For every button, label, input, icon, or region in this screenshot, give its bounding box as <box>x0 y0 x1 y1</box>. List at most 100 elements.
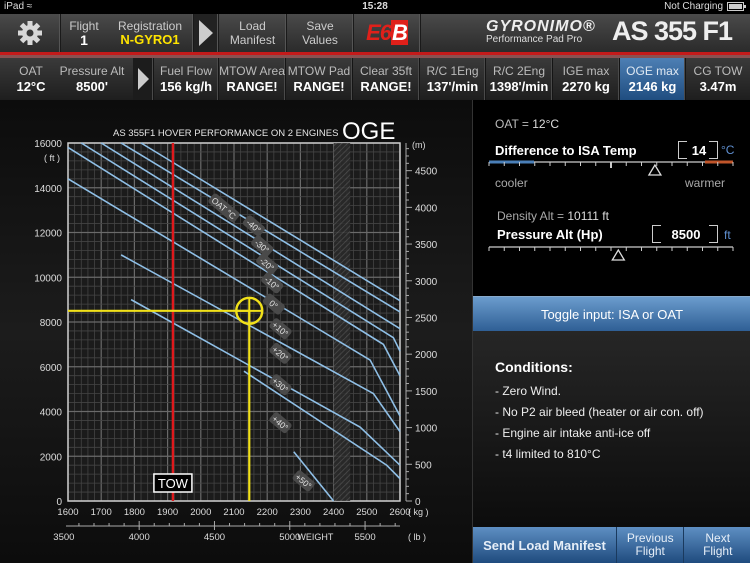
battery-icon <box>727 2 746 11</box>
status-bar: iPad ≈ 15:28 Not Charging <box>0 0 750 14</box>
flight-number[interactable]: Flight 1 <box>61 14 107 52</box>
toolbar-next-arrow[interactable] <box>194 14 219 52</box>
save-values-label-2: Values <box>302 33 338 47</box>
brand-subtitle: Performance Pad Pro <box>486 34 583 45</box>
y-tick-label: 12000 <box>34 229 62 240</box>
conditions-panel: Conditions: - Zero Wind. - No P2 air ble… <box>473 331 750 527</box>
condition-item: - Engine air intake anti-ice off <box>495 426 651 440</box>
info-value: 3.47m <box>699 79 737 94</box>
info-value: 8500' <box>75 79 108 94</box>
info-clear-35ft[interactable]: Clear 35ft RANGE! <box>353 58 420 100</box>
info-label: MTOW Pad <box>287 64 351 78</box>
pressure-alt-slider[interactable] <box>487 243 737 263</box>
brand-logo: GYRONIMO® Performance Pad Pro <box>486 18 616 45</box>
info-label: MTOW Area <box>219 64 285 78</box>
y-tick-label: 6000 <box>40 363 63 374</box>
info-value: 137'/min <box>426 79 479 94</box>
x-tick-label: 2100 <box>223 507 244 518</box>
next-flight-button[interactable]: Next Flight <box>684 527 750 563</box>
m-tick-label: 4500 <box>415 167 438 178</box>
lb-tick-label: 4000 <box>129 532 150 543</box>
previous-flight-button[interactable]: Previous Flight <box>616 527 685 563</box>
clock: 15:28 <box>362 1 388 12</box>
hover-performance-chart[interactable]: TOW OAT °C-40°-30°-20°-10°0°+10°+20°+30°… <box>0 100 472 563</box>
m-tick-label: 3500 <box>415 240 438 251</box>
registration[interactable]: Registration N-GYRO1 <box>107 14 194 52</box>
info-value: RANGE! <box>360 79 412 94</box>
y-tick-label: 2000 <box>40 452 63 463</box>
x-tick-label: 2500 <box>356 507 377 518</box>
info-fuel-flow[interactable]: Fuel Flow 156 kg/h <box>154 58 219 100</box>
x-tick-label: 2200 <box>257 507 278 518</box>
load-manifest-label-2: Manifest <box>229 33 276 47</box>
info-label: Pressure Alt <box>59 64 125 78</box>
info-cg-tow[interactable]: CG TOW 3.47m <box>686 58 750 100</box>
y-unit-label: ( ft ) <box>44 153 60 163</box>
m-unit-label: (m) <box>412 140 426 150</box>
info-pressure-alt[interactable]: Pressure Alt 8500' <box>54 58 130 100</box>
info-label: R/C 2Eng <box>492 64 546 78</box>
info-mtow-pad[interactable]: MTOW Pad RANGE! <box>286 58 353 100</box>
info-oge-max[interactable]: OGE max 2146 kg <box>620 58 686 100</box>
x-tick-label: 2400 <box>323 507 344 518</box>
x-axis-title: WEIGHT <box>297 532 333 542</box>
save-values-label-1: Save <box>306 19 334 33</box>
info-label: CG TOW <box>693 64 743 78</box>
y-tick-label: 14000 <box>34 184 62 195</box>
settings-button[interactable] <box>0 14 61 52</box>
info-label: R/C 1Eng <box>426 64 479 78</box>
info-mtow-area[interactable]: MTOW Area RANGE! <box>219 58 286 100</box>
m-tick-label: 0 <box>415 497 421 508</box>
chart-panel: TOW OAT °C -40° -30° -20° -10° 0° +10° +20° +30°… <box>0 100 472 563</box>
m-tick-label: 500 <box>415 460 432 471</box>
m-tick-label: 1500 <box>415 387 438 398</box>
save-values-button[interactable]: Save Values <box>287 14 354 52</box>
bracket-right <box>709 225 718 243</box>
e6b-button[interactable]: E6B <box>354 14 421 52</box>
pressure-alt-unit: ft <box>724 228 731 242</box>
info-label: IGE max <box>562 64 610 78</box>
load-manifest-button[interactable]: Load Manifest <box>219 14 287 52</box>
pressure-alt-label: Pressure Alt (Hp) <box>497 227 603 242</box>
density-alt-readout: Density Alt = 10111 ft <box>497 209 609 223</box>
right-panel: OAT = 12°C Difference to ISA Temp 14 °C … <box>472 100 750 563</box>
lb-unit-label: ( lb ) <box>408 532 426 542</box>
m-tick-label: 2500 <box>415 313 438 324</box>
x-tick-label: 2300 <box>290 507 311 518</box>
lb-tick-label: 5500 <box>354 532 375 543</box>
isa-diff-unit: °C <box>721 143 735 157</box>
info-value: RANGE! <box>293 79 345 94</box>
gear-icon <box>18 21 42 45</box>
flight-value: 1 <box>80 32 88 48</box>
slider-thumb-icon <box>647 163 663 176</box>
m-tick-label: 3000 <box>415 277 438 288</box>
info-rc-2eng[interactable]: R/C 2Eng 1398'/min <box>486 58 553 100</box>
info-ige-max[interactable]: IGE max 2270 kg <box>553 58 620 100</box>
send-load-manifest-button[interactable]: Send Load Manifest <box>473 527 617 563</box>
x-tick-label: 1900 <box>157 507 178 518</box>
play-arrow-icon <box>199 20 213 46</box>
condition-item: - Zero Wind. <box>495 384 562 398</box>
x-tick-label: 2000 <box>190 507 211 518</box>
x-tick-label: 1600 <box>57 507 78 518</box>
play-arrow-icon <box>137 68 149 90</box>
y-tick-label: 0 <box>56 497 62 508</box>
toggle-isa-oat-button[interactable]: Toggle input: ISA or OAT <box>473 296 750 331</box>
m-tick-label: 2000 <box>415 350 438 361</box>
isa-diff-label: Difference to ISA Temp <box>495 143 637 158</box>
battery-status: Not Charging <box>664 1 723 12</box>
info-next-arrow[interactable] <box>133 58 154 100</box>
bracket-left <box>652 225 661 243</box>
info-label: Fuel Flow <box>159 64 212 78</box>
info-label: OGE max <box>626 64 679 78</box>
y-tick-label: 8000 <box>40 318 63 329</box>
aircraft-model: AS 355 F1 <box>612 16 733 46</box>
info-label: OAT <box>19 64 43 78</box>
info-oat[interactable]: OAT 12°C <box>8 58 54 100</box>
conditions-title: Conditions: <box>495 359 573 375</box>
x-tick-label: 1700 <box>91 507 112 518</box>
info-rc-1eng[interactable]: R/C 1Eng 137'/min <box>420 58 486 100</box>
next-flight-label-2: Flight <box>703 544 733 558</box>
e6b-logo: E6B <box>366 20 408 45</box>
pressure-alt-value[interactable]: 8500 <box>661 227 711 242</box>
